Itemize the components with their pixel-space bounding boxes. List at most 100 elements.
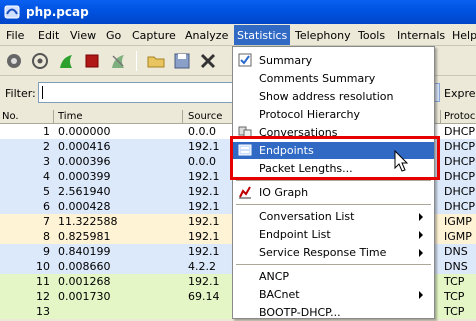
menu-bar: File Edit View Go Capture Analyze Statis… bbox=[0, 24, 476, 46]
packet-time: 0.000396 bbox=[58, 155, 111, 168]
open-file-icon[interactable] bbox=[146, 51, 166, 71]
packet-number: 4 bbox=[43, 170, 50, 183]
packet-time: 11.322588 bbox=[58, 215, 118, 228]
stop-capture-icon[interactable] bbox=[82, 51, 102, 71]
wireshark-app-icon bbox=[4, 5, 20, 19]
packet-source: 192.1 bbox=[188, 275, 220, 288]
menu-help[interactable]: Help bbox=[452, 27, 476, 44]
packet-number: 10 bbox=[36, 260, 50, 273]
packet-time: 0.840199 bbox=[58, 245, 111, 258]
menu-separator bbox=[236, 204, 431, 205]
menu-internals[interactable]: Internals bbox=[397, 27, 445, 44]
packet-source: 192.1 bbox=[188, 185, 220, 198]
window-title: php.pcap bbox=[26, 5, 89, 19]
packet-time: 2.561940 bbox=[58, 185, 111, 198]
packet-protocol: IGMP bbox=[444, 215, 472, 228]
menu-item-label: Summary bbox=[259, 54, 313, 67]
packet-source: 0.0.0 bbox=[188, 155, 216, 168]
packet-source: 192.1 bbox=[188, 170, 220, 183]
menu-separator bbox=[236, 180, 431, 181]
menu-item-summary[interactable]: Summary bbox=[233, 52, 434, 69]
packet-protocol: DHCP bbox=[444, 125, 476, 138]
packet-number: 1 bbox=[43, 125, 50, 138]
packet-source: 192.1 bbox=[188, 245, 220, 258]
menu-item-bootp-dhcp[interactable]: BOOTP-DHCP... bbox=[233, 304, 434, 321]
menu-item-io-graph[interactable]: IO Graph bbox=[233, 184, 434, 201]
packet-number: 7 bbox=[43, 215, 50, 228]
packet-number: 13 bbox=[36, 305, 50, 318]
interface-list-icon[interactable] bbox=[4, 51, 24, 71]
column-protocol[interactable]: Protocol bbox=[444, 111, 476, 122]
column-no[interactable]: No. bbox=[2, 111, 19, 122]
column-divider[interactable] bbox=[440, 110, 441, 124]
packet-protocol: TCP bbox=[444, 305, 465, 318]
menu-item-label: Service Response Time bbox=[259, 246, 387, 259]
packet-protocol: DHCP bbox=[444, 140, 476, 153]
menu-view[interactable]: View bbox=[70, 27, 96, 44]
submenu-arrow-icon bbox=[419, 213, 423, 221]
packet-time: 0.008660 bbox=[58, 260, 111, 273]
packet-protocol: DHCP bbox=[444, 185, 476, 198]
packet-source: 192.1 bbox=[188, 215, 220, 228]
toolbar-separator bbox=[136, 51, 137, 71]
summary-icon bbox=[238, 53, 252, 67]
menu-item-label: ANCP bbox=[259, 270, 290, 283]
menu-item-service-response-time[interactable]: Service Response Time bbox=[233, 244, 434, 261]
menu-item-comments-summary[interactable]: Comments Summary bbox=[233, 70, 434, 87]
menu-item-label: Conversation List bbox=[259, 210, 355, 223]
submenu-arrow-icon bbox=[419, 291, 423, 299]
title-bar: php.pcap bbox=[0, 0, 476, 24]
menu-edit[interactable]: Edit bbox=[38, 27, 59, 44]
menu-go[interactable]: Go bbox=[106, 27, 121, 44]
packet-source: 192.1 bbox=[188, 230, 220, 243]
packet-time: 0.000000 bbox=[58, 125, 111, 138]
menu-item-bacnet[interactable]: BACnet bbox=[233, 286, 434, 303]
menu-item-label: Show address resolution bbox=[259, 90, 394, 103]
packet-time: 0.001268 bbox=[58, 275, 111, 288]
menu-item-show-address-resolution[interactable]: Show address resolution bbox=[233, 88, 434, 105]
column-divider[interactable] bbox=[53, 110, 54, 124]
menu-analyze[interactable]: Analyze bbox=[185, 27, 228, 44]
menu-item-label: IO Graph bbox=[259, 186, 309, 199]
packet-protocol: DHCP bbox=[444, 155, 476, 168]
packet-source: 192.1 bbox=[188, 200, 220, 213]
menu-item-endpoint-list[interactable]: Endpoint List bbox=[233, 226, 434, 243]
mouse-pointer-icon bbox=[394, 150, 409, 172]
submenu-arrow-icon bbox=[419, 249, 423, 257]
menu-statistics[interactable]: Statistics bbox=[234, 25, 291, 45]
column-time[interactable]: Time bbox=[58, 111, 82, 122]
menu-telephony[interactable]: Telephony bbox=[295, 27, 351, 44]
packet-number: 11 bbox=[36, 275, 50, 288]
packet-source: 4.2.2 bbox=[188, 260, 216, 273]
packet-number: 8 bbox=[43, 230, 50, 243]
packet-time: 0.001730 bbox=[58, 290, 111, 303]
packet-protocol: TCP bbox=[444, 290, 465, 303]
start-capture-icon[interactable] bbox=[56, 51, 76, 71]
submenu-arrow-icon bbox=[419, 231, 423, 239]
menu-item-label: BOOTP-DHCP... bbox=[259, 306, 341, 319]
column-divider[interactable] bbox=[182, 110, 183, 124]
expression-button[interactable]: Expres bbox=[444, 87, 476, 100]
restart-capture-icon[interactable] bbox=[108, 51, 128, 71]
menu-file[interactable]: File bbox=[6, 27, 24, 44]
menu-tools[interactable]: Tools bbox=[358, 27, 385, 44]
filter-label: Filter: bbox=[5, 87, 36, 100]
packet-protocol: DNS bbox=[444, 245, 468, 258]
capture-options-icon[interactable] bbox=[30, 51, 50, 71]
packet-source: 69.14 bbox=[188, 290, 220, 303]
packet-time: 0.000416 bbox=[58, 140, 111, 153]
packet-protocol: IGMP bbox=[444, 230, 472, 243]
menu-item-conversation-list[interactable]: Conversation List bbox=[233, 208, 434, 225]
menu-capture[interactable]: Capture bbox=[132, 27, 176, 44]
text-caret bbox=[42, 86, 43, 99]
menu-item-protocol-hierarchy[interactable]: Protocol Hierarchy bbox=[233, 106, 434, 123]
packet-source: 192.1 bbox=[188, 140, 220, 153]
column-source[interactable]: Source bbox=[188, 111, 222, 122]
close-file-icon[interactable] bbox=[198, 51, 218, 71]
packet-number: 9 bbox=[43, 245, 50, 258]
packet-protocol: DHCP bbox=[444, 170, 476, 183]
filter-input[interactable] bbox=[38, 82, 234, 103]
save-file-icon[interactable] bbox=[172, 51, 192, 71]
packet-source: 0.0.0 bbox=[188, 125, 216, 138]
menu-item-ancp[interactable]: ANCP bbox=[233, 268, 434, 285]
